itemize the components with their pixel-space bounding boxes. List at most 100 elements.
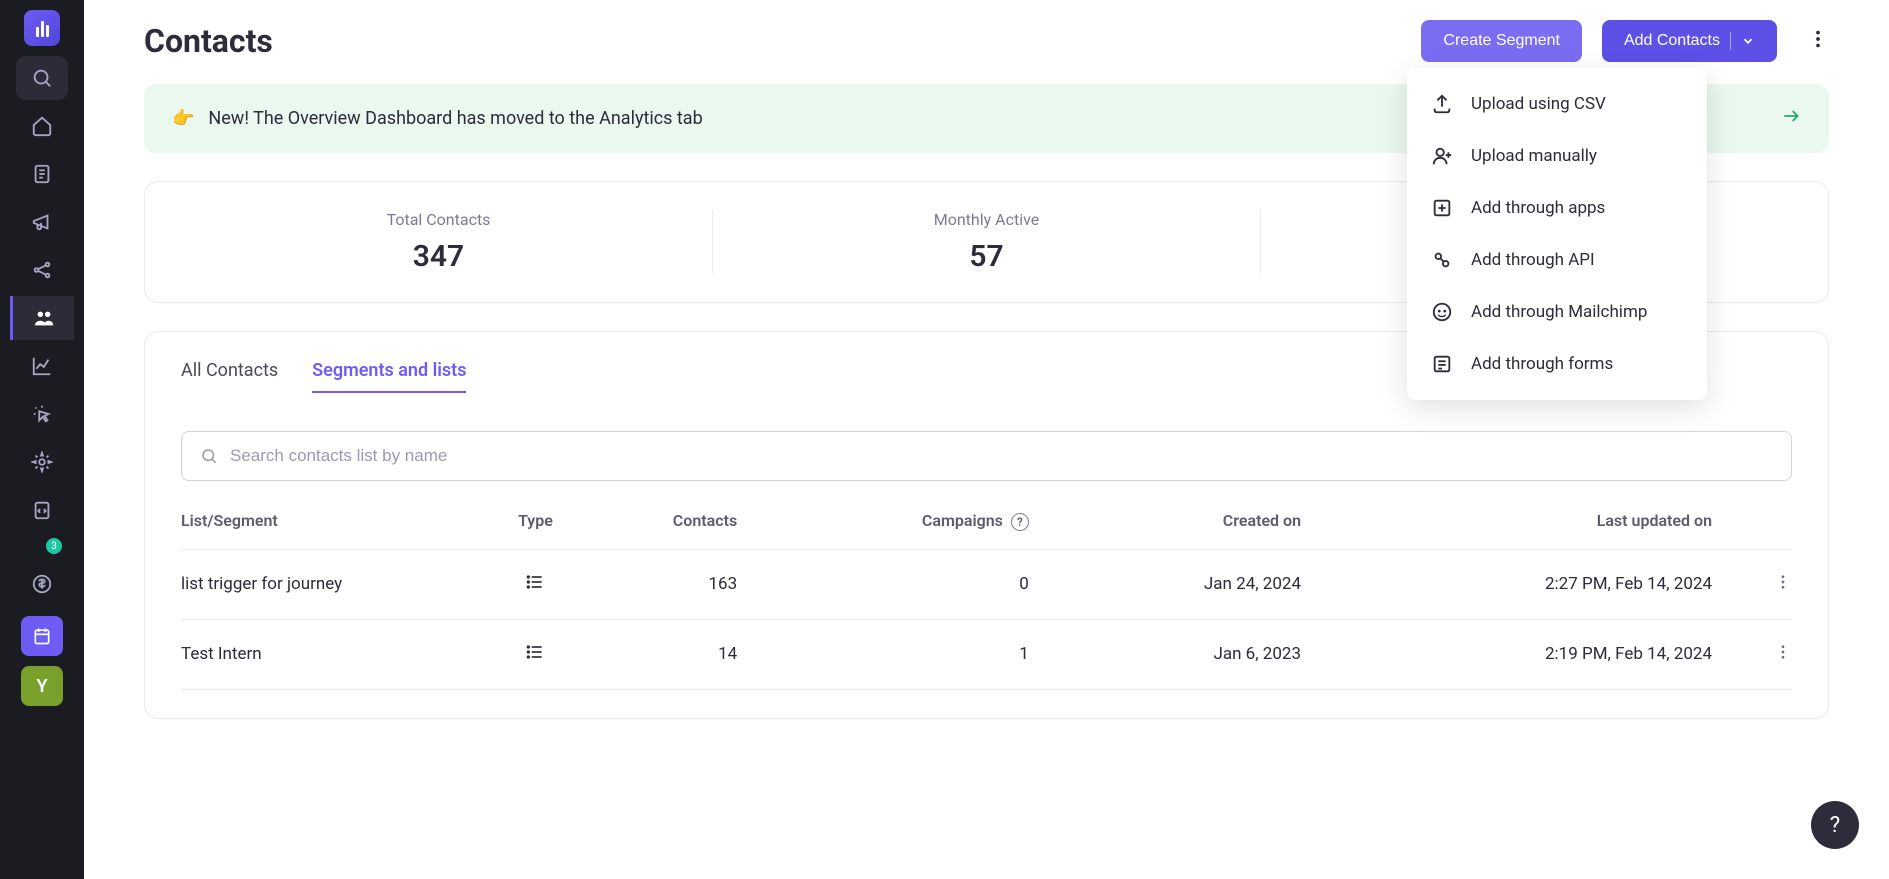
sidebar-analytics[interactable] xyxy=(16,344,68,388)
floating-help-button[interactable]: ? xyxy=(1811,801,1859,849)
row-campaigns: 1 xyxy=(777,619,1069,689)
dropdown-label: Add through forms xyxy=(1471,354,1613,374)
banner-text: New! The Overview Dashboard has moved to… xyxy=(208,108,702,129)
create-segment-button[interactable]: Create Segment xyxy=(1421,20,1582,62)
stat-total-contacts: Total Contacts 347 xyxy=(165,210,713,274)
row-contacts: 163 xyxy=(570,549,777,619)
sidebar-billing[interactable] xyxy=(16,562,68,606)
col-header-name: List/Segment xyxy=(181,511,501,549)
dropdown-label: Upload manually xyxy=(1471,146,1597,166)
workspace-letter: Y xyxy=(36,676,47,697)
calendar-icon xyxy=(32,626,52,646)
row-actions[interactable] xyxy=(1752,549,1792,619)
row-type xyxy=(501,619,570,689)
dropdown-add-apps[interactable]: Add through apps xyxy=(1407,182,1707,234)
cursor-click-icon xyxy=(31,403,53,425)
forms-icon xyxy=(1431,353,1453,375)
app-logo[interactable] xyxy=(24,10,60,46)
sidebar-notifications[interactable]: 3 xyxy=(16,534,68,558)
col-header-actions xyxy=(1752,511,1792,549)
more-menu-button[interactable] xyxy=(1807,28,1829,54)
row-updated: 2:19 PM, Feb 14, 2024 xyxy=(1341,619,1752,689)
list-icon xyxy=(525,572,545,592)
stat-value: 347 xyxy=(165,239,712,274)
row-created: Jan 6, 2023 xyxy=(1069,619,1341,689)
more-vertical-icon xyxy=(1807,28,1829,50)
question-mark-icon: ? xyxy=(1830,813,1840,838)
col-header-created: Created on xyxy=(1069,511,1341,549)
sidebar-calendar[interactable] xyxy=(21,616,63,656)
sidebar: 3 Y xyxy=(0,0,84,879)
person-add-icon xyxy=(1431,145,1453,167)
row-name: Test Intern xyxy=(181,619,501,689)
sidebar-contacts[interactable] xyxy=(10,296,74,340)
dropdown-add-api[interactable]: Add through API xyxy=(1407,234,1707,286)
row-created: Jan 24, 2024 xyxy=(1069,549,1341,619)
megaphone-icon xyxy=(31,211,53,233)
help-tooltip-icon[interactable]: ? xyxy=(1011,513,1029,531)
col-header-contacts: Contacts xyxy=(570,511,777,549)
dropdown-add-forms[interactable]: Add through forms xyxy=(1407,338,1707,390)
sidebar-home[interactable] xyxy=(16,104,68,148)
table-row[interactable]: list trigger for journey 163 0 Jan 24, 2… xyxy=(181,549,1792,619)
apps-icon xyxy=(1431,197,1453,219)
sidebar-share[interactable] xyxy=(16,248,68,292)
campaigns-header-text: Campaigns xyxy=(922,511,1003,530)
document-icon xyxy=(31,163,53,185)
dropdown-label: Add through Mailchimp xyxy=(1471,302,1647,322)
segments-table: List/Segment Type Contacts Campaigns ? C… xyxy=(181,511,1792,690)
chart-icon xyxy=(31,355,53,377)
add-contacts-button[interactable]: Add Contacts xyxy=(1602,20,1777,62)
sidebar-search[interactable] xyxy=(16,56,68,100)
code-clipboard-icon xyxy=(31,499,53,521)
sidebar-cursor[interactable] xyxy=(16,392,68,436)
more-vertical-icon xyxy=(1774,643,1792,661)
col-header-updated: Last updated on xyxy=(1341,511,1752,549)
search-input[interactable] xyxy=(230,446,1773,466)
upload-icon xyxy=(1431,93,1453,115)
tab-segments-lists[interactable]: Segments and lists xyxy=(312,360,466,393)
mailchimp-icon xyxy=(1431,301,1453,323)
sidebar-workspace[interactable]: Y xyxy=(21,666,63,706)
main-content: Contacts Create Segment Add Contacts 👉 N… xyxy=(84,0,1889,879)
dollar-icon xyxy=(31,573,53,595)
sidebar-notes[interactable] xyxy=(16,152,68,196)
stat-value: 57 xyxy=(713,239,1260,274)
add-contacts-label: Add Contacts xyxy=(1624,32,1720,50)
dropdown-label: Add through API xyxy=(1471,250,1595,270)
dropdown-label: Add through apps xyxy=(1471,198,1605,218)
banner-action-arrow[interactable] xyxy=(1781,106,1801,131)
page-header: Contacts Create Segment Add Contacts xyxy=(144,20,1829,62)
dropdown-upload-manually[interactable]: Upload manually xyxy=(1407,130,1707,182)
col-header-campaigns: Campaigns ? xyxy=(777,511,1069,549)
notification-badge: 3 xyxy=(46,538,62,554)
pointing-emoji-icon: 👉 xyxy=(172,108,194,129)
dropdown-label: Upload using CSV xyxy=(1471,94,1606,114)
row-actions[interactable] xyxy=(1752,619,1792,689)
table-row[interactable]: Test Intern 14 1 Jan 6, 2023 2:19 PM, Fe… xyxy=(181,619,1792,689)
row-updated: 2:27 PM, Feb 14, 2024 xyxy=(1341,549,1752,619)
home-icon xyxy=(31,115,53,137)
button-divider xyxy=(1730,32,1731,50)
list-icon xyxy=(525,642,545,662)
row-name: list trigger for journey xyxy=(181,549,501,619)
dropdown-add-mailchimp[interactable]: Add through Mailchimp xyxy=(1407,286,1707,338)
col-header-type: Type xyxy=(501,511,570,549)
chevron-down-icon xyxy=(1741,34,1755,48)
people-icon xyxy=(33,307,55,329)
search-icon xyxy=(200,447,218,465)
row-type xyxy=(501,549,570,619)
gear-icon xyxy=(31,451,53,473)
sidebar-settings[interactable] xyxy=(16,440,68,484)
share-icon xyxy=(31,259,53,281)
tab-all-contacts[interactable]: All Contacts xyxy=(181,360,278,393)
sidebar-campaigns[interactable] xyxy=(16,200,68,244)
search-icon xyxy=(31,67,53,89)
search-box[interactable] xyxy=(181,431,1792,481)
dropdown-upload-csv[interactable]: Upload using CSV xyxy=(1407,78,1707,130)
sidebar-embed[interactable] xyxy=(16,488,68,532)
more-vertical-icon xyxy=(1774,573,1792,591)
stat-label: Total Contacts xyxy=(165,210,712,229)
page-title: Contacts xyxy=(144,22,1421,60)
stat-label: Monthly Active xyxy=(713,210,1260,229)
